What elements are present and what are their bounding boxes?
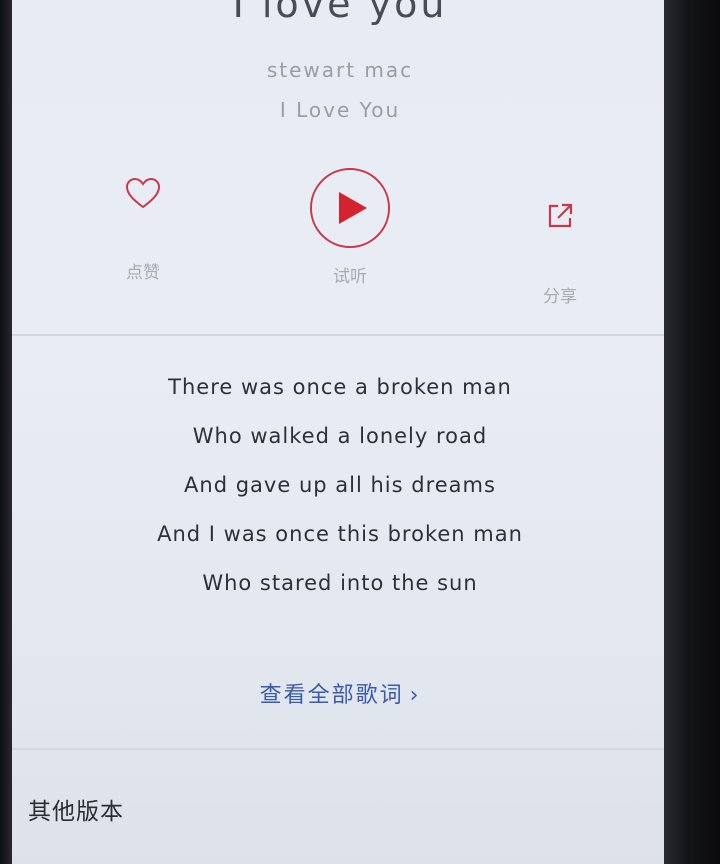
song-detail-screen: I love you stewart mac I Love You 点赞 试听 …	[12, 0, 668, 864]
section-divider	[12, 334, 668, 336]
other-versions-heading: 其他版本	[28, 799, 124, 825]
share-icon	[548, 203, 573, 228]
lyric-line: There was once a broken man	[168, 375, 512, 399]
play-icon	[339, 192, 367, 224]
like-label: 点赞	[126, 263, 160, 283]
artist-name[interactable]: stewart mac	[12, 58, 668, 82]
play-circle	[310, 168, 390, 248]
album-name[interactable]: I Love You	[12, 98, 668, 122]
section-divider	[12, 748, 668, 750]
view-all-lyrics-label: 查看全部歌词	[259, 683, 404, 708]
device-bezel-right	[664, 0, 720, 864]
like-button[interactable]: 点赞	[108, 176, 178, 283]
heart-icon	[125, 177, 161, 209]
preview-play-button[interactable]: 试听	[298, 168, 402, 287]
lyric-line: Who walked a lonely road	[192, 424, 488, 448]
lyric-line: Who stared into the sun	[202, 571, 478, 595]
view-all-lyrics-link[interactable]: 查看全部歌词 ›	[12, 677, 668, 709]
lyric-line: And gave up all his dreams	[184, 473, 496, 497]
play-label: 试听	[333, 267, 367, 287]
share-button[interactable]: 分享	[520, 200, 600, 307]
share-label: 分享	[543, 287, 577, 307]
lyric-line: And I was once this broken man	[157, 522, 523, 546]
chevron-right-icon: ›	[409, 683, 421, 708]
lyrics-preview: There was once a broken man Who walked a…	[12, 372, 668, 617]
song-title: I love you	[232, 0, 448, 26]
